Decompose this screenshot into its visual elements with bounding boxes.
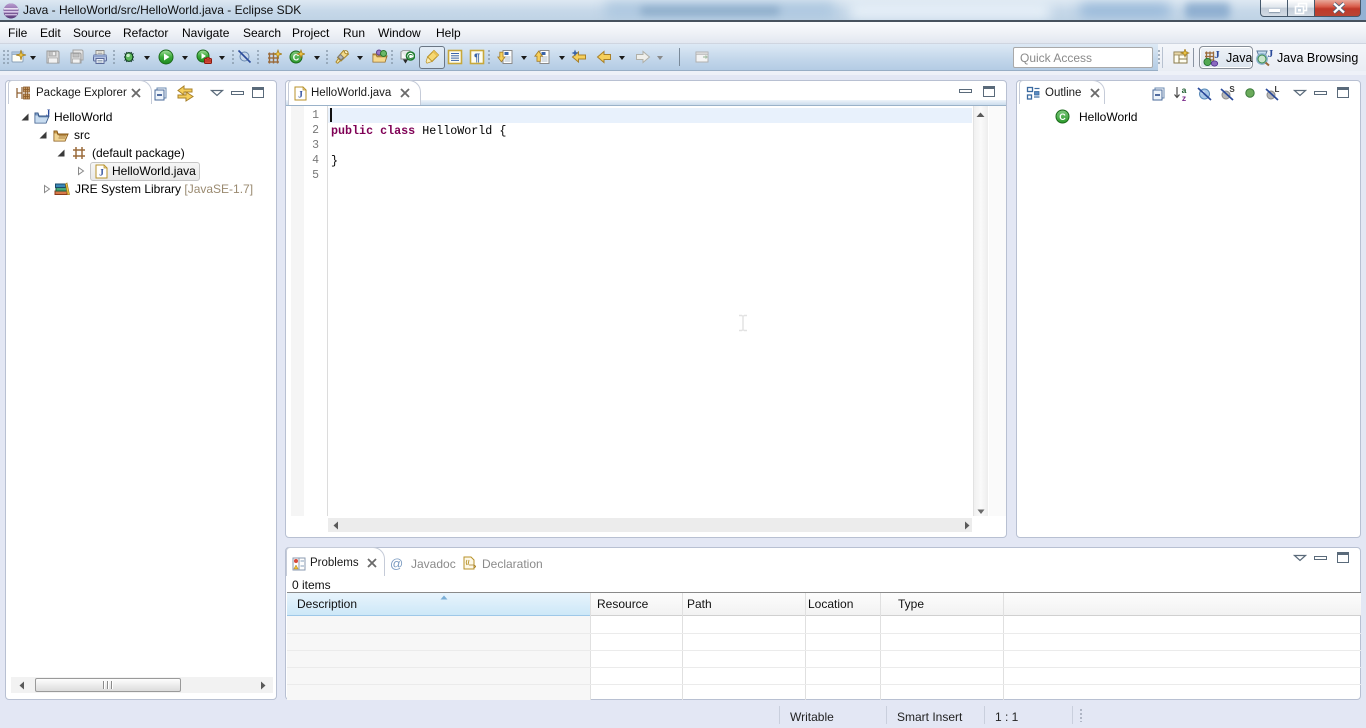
svg-text:J: J bbox=[46, 109, 51, 118]
svg-text:S: S bbox=[1229, 85, 1235, 94]
svg-text:J: J bbox=[1268, 49, 1274, 60]
svg-text:C: C bbox=[408, 52, 414, 61]
svg-text:C: C bbox=[1059, 112, 1066, 122]
svg-text:¶: ¶ bbox=[474, 52, 480, 64]
svg-text:z: z bbox=[1182, 93, 1186, 102]
svg-text:J: J bbox=[298, 90, 303, 100]
svg-text:L: L bbox=[1275, 85, 1280, 94]
svg-text:J: J bbox=[1214, 49, 1220, 61]
svg-text:J: J bbox=[99, 168, 104, 178]
